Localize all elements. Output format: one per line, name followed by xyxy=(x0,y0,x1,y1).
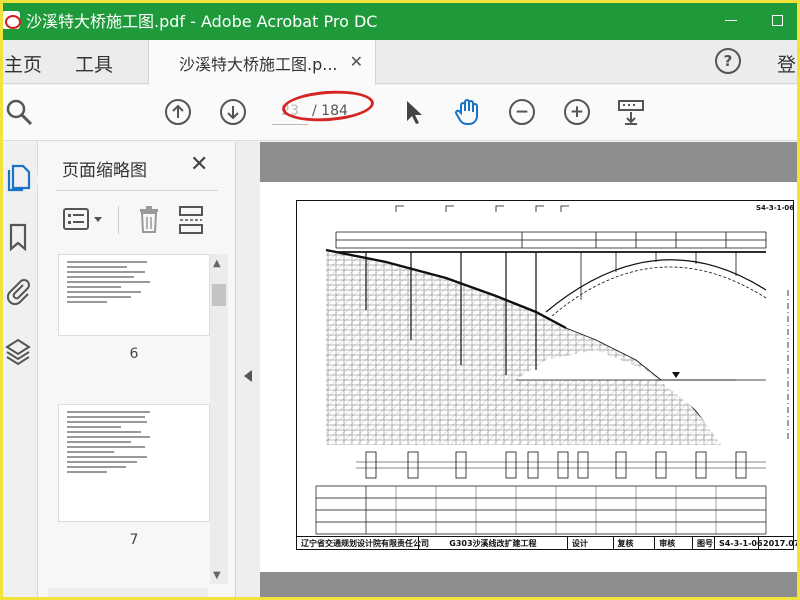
arrow-down-circle-icon xyxy=(220,99,246,125)
thumbnail-vertical-scrollbar[interactable]: ▲ ▼ xyxy=(210,254,228,584)
collapse-arrow-icon[interactable] xyxy=(244,370,252,382)
title-block-approve: 审核 xyxy=(655,537,693,549)
panel-title: 页面缩略图 xyxy=(62,161,147,181)
title-block-drawing-no-label: 图号 xyxy=(693,537,715,549)
thumbnail-content xyxy=(67,411,201,515)
window-title: 沙溪特大桥施工图.pdf - Adobe Acrobat Pro DC xyxy=(26,12,378,31)
bookmark-icon xyxy=(9,223,27,252)
tab-document-label: 沙溪特大桥施工图.p... xyxy=(179,54,338,74)
signin-link[interactable]: 登 xyxy=(777,50,796,77)
previous-page-button[interactable] xyxy=(163,97,193,127)
panel-toolbar xyxy=(38,200,236,240)
thumbnail-page-6[interactable] xyxy=(58,254,210,336)
thumbnail-page-7[interactable] xyxy=(58,404,210,522)
title-block-drawing-no: S4-3-1-06 xyxy=(715,537,763,549)
zoom-out-button[interactable]: − xyxy=(507,97,537,127)
help-icon[interactable]: ? xyxy=(715,48,741,74)
title-block-org: 辽宁省交通规划设计院有限责任公司 xyxy=(297,537,429,549)
hand-tool-button[interactable] xyxy=(452,97,482,127)
drawing-title-block: 辽宁省交通规划设计院有限责任公司 G303沙溪线改扩建工程 设计 复核 审核 图… xyxy=(296,536,800,550)
bookmarks-rail-button[interactable] xyxy=(4,222,32,252)
thumbnail-page-number: 7 xyxy=(129,532,139,548)
insert-page-icon[interactable] xyxy=(178,205,204,235)
layers-rail-button[interactable] xyxy=(4,336,32,366)
zoom-out-icon: − xyxy=(509,99,535,125)
maximize-icon xyxy=(771,14,783,26)
title-block-date: 2017.07 xyxy=(763,538,800,548)
maximize-button[interactable] xyxy=(754,0,800,40)
title-block-design: 设计 xyxy=(568,537,614,549)
minimize-button[interactable] xyxy=(708,0,754,40)
minimize-icon xyxy=(725,19,737,21)
keyboard-tool-button[interactable] xyxy=(616,97,646,127)
window-controls xyxy=(708,0,800,40)
scroll-down-icon[interactable]: ▼ xyxy=(213,570,221,581)
thumbnail-content xyxy=(67,261,201,329)
title-block-project: G303沙溪线改扩建工程 xyxy=(419,537,568,549)
acrobat-app-icon xyxy=(2,11,21,29)
tab-home[interactable]: 主页 xyxy=(4,50,42,77)
panel-divider xyxy=(56,190,218,191)
keyboard-icon xyxy=(618,100,644,125)
paperclip-icon xyxy=(6,279,30,306)
thumbnail-page-number: 6 xyxy=(129,346,139,362)
thumbnail-horizontal-scrollbar[interactable] xyxy=(48,588,208,600)
tab-close-icon[interactable]: ✕ xyxy=(350,52,363,71)
attachments-rail-button[interactable] xyxy=(4,276,32,306)
scrollbar-thumb[interactable] xyxy=(212,284,226,306)
zoom-in-icon: + xyxy=(564,99,590,125)
bridge-drawing xyxy=(315,205,789,535)
layers-icon xyxy=(5,338,31,366)
thumbnails-panel: 页面缩略图 ✕ 6 7 ▲ ▼ xyxy=(38,142,236,600)
next-page-button[interactable] xyxy=(218,97,248,127)
select-tool-button[interactable] xyxy=(398,97,428,127)
hand-icon xyxy=(455,99,478,126)
zoom-in-button[interactable]: + xyxy=(562,97,592,127)
panel-close-icon[interactable]: ✕ xyxy=(190,152,208,177)
left-rail xyxy=(0,142,43,600)
toolbar: 23 / 184 − + xyxy=(0,85,800,141)
arrow-up-circle-icon xyxy=(165,99,191,125)
tab-document[interactable]: 沙溪特大桥施工图.p... ✕ xyxy=(148,40,376,85)
panel-toolbar-separator xyxy=(118,206,119,234)
tab-tools[interactable]: 工具 xyxy=(75,50,113,77)
search-icon[interactable] xyxy=(4,97,34,127)
cursor-arrow-icon xyxy=(407,101,422,124)
document-page: S4-3-1-06 辽宁省交通规划设计院有限责任公司 G303沙溪线改扩建工程 … xyxy=(260,182,800,572)
page-thumbnails-rail-button[interactable] xyxy=(4,162,32,192)
trash-icon[interactable] xyxy=(136,205,162,235)
thumbnail-options-icon[interactable] xyxy=(62,206,110,234)
thumbnail-list[interactable]: 6 7 xyxy=(48,254,220,594)
tab-bar: 主页 工具 沙溪特大桥施工图.p... ✕ ? 登 xyxy=(0,40,800,85)
page-thumbnails-icon xyxy=(7,164,31,192)
title-bar: 沙溪特大桥施工图.pdf - Adobe Acrobat Pro DC xyxy=(0,0,800,40)
scroll-up-icon[interactable]: ▲ xyxy=(213,258,221,269)
document-viewer[interactable]: S4-3-1-06 辽宁省交通规划设计院有限责任公司 G303沙溪线改扩建工程 … xyxy=(260,142,800,600)
panel-collapse-strip[interactable] xyxy=(236,142,260,600)
title-block-review: 复核 xyxy=(614,537,656,549)
